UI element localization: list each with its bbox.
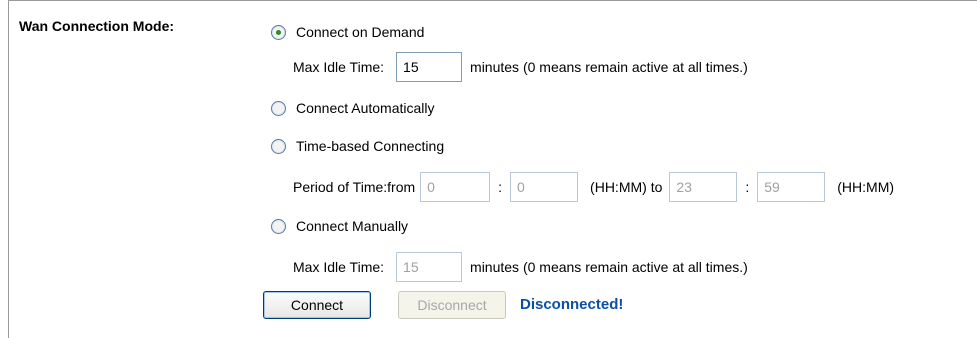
radio-label: Connect Automatically: [296, 100, 435, 116]
time-period-row: Period of Time:from : (HH:MM) to : (HH:M…: [293, 172, 894, 202]
wan-connection-mode-label: Wan Connection Mode:: [19, 18, 175, 34]
radio-connect-on-demand[interactable]: Connect on Demand: [271, 21, 424, 43]
radio-connect-automatically[interactable]: Connect Automatically: [271, 97, 435, 119]
max-idle-time-input[interactable]: [396, 52, 463, 82]
radio-label: Connect on Demand: [296, 24, 425, 40]
to-label: (HH:MM) to: [590, 179, 663, 195]
max-idle-note: minutes (0 means remain active at all ti…: [470, 259, 748, 275]
radio-connect-manually[interactable]: Connect Manually: [271, 215, 408, 237]
from-hour-input[interactable]: [420, 172, 491, 202]
from-minute-input[interactable]: [510, 172, 579, 202]
radio-button[interactable]: [271, 100, 286, 116]
max-idle-time-label: Max Idle Time:: [293, 59, 385, 75]
radio-label: Time-based Connecting: [296, 138, 445, 154]
connect-button[interactable]: Connect: [263, 291, 371, 319]
time-colon: :: [745, 179, 750, 195]
time-colon: :: [498, 179, 503, 195]
radio-button-checked[interactable]: [271, 24, 286, 40]
manual-max-idle-input[interactable]: [396, 252, 463, 282]
disconnect-button[interactable]: Disconnect: [398, 291, 506, 319]
on-demand-idle-row: Max Idle Time: minutes (0 means remain a…: [293, 52, 748, 82]
connection-status-text: Disconnected!: [520, 296, 624, 313]
radio-button[interactable]: [271, 138, 286, 154]
radio-button[interactable]: [271, 218, 286, 234]
max-idle-time-label: Max Idle Time:: [293, 259, 385, 275]
to-hour-input[interactable]: [669, 172, 738, 202]
radio-time-based-connecting[interactable]: Time-based Connecting: [271, 135, 444, 157]
max-idle-note: minutes (0 means remain active at all ti…: [470, 59, 748, 75]
manual-idle-row: Max Idle Time: minutes (0 means remain a…: [293, 252, 748, 282]
end-format-label: (HH:MM): [837, 179, 895, 195]
to-minute-input[interactable]: [757, 172, 826, 202]
radio-label: Connect Manually: [296, 218, 409, 234]
panel-top-border: [8, 0, 977, 1]
panel-left-border: [8, 0, 9, 338]
period-label: Period of Time:from: [293, 179, 416, 195]
